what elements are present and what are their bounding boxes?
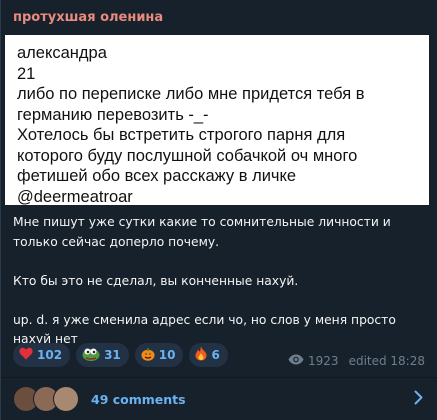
- reaction-pumpkin[interactable]: 10: [134, 343, 184, 367]
- photo-line: фетишей обо всех расскажу в личке: [17, 167, 297, 185]
- photo-line: либо по переписке либо мне придется тебя…: [17, 85, 365, 103]
- caption-paragraph: Мне пишут уже сутки какие то сомнительны…: [13, 215, 391, 249]
- photo-line: которого буду послушной собачкой оч мног…: [17, 146, 358, 165]
- photo-line: Хотелось бы встретить строгого парня для: [17, 126, 346, 144]
- pepe-frog-icon: [82, 347, 100, 364]
- caption-paragraph: Кто бы это не сделал, вы конченные нахуй…: [13, 273, 299, 288]
- reaction-fire[interactable]: 6: [189, 343, 228, 367]
- channel-post: протухшая оленина александра 21 либо по …: [0, 0, 437, 420]
- fire-icon: [195, 346, 207, 364]
- comments-row[interactable]: 49 comments: [1, 378, 437, 420]
- reaction-heart[interactable]: 102: [13, 343, 71, 367]
- reaction-count: 6: [211, 348, 220, 362]
- reactions-bar: 102 31 10 6: [13, 343, 228, 367]
- author-name[interactable]: протухшая оленина: [13, 10, 163, 25]
- photo-text: александра 21 либо по переписке либо мне…: [17, 43, 421, 207]
- chevron-right-icon: [414, 390, 423, 410]
- heart-icon: [19, 347, 33, 363]
- pumpkin-icon: [141, 347, 155, 364]
- reaction-count: 102: [37, 348, 63, 362]
- reaction-count: 31: [104, 348, 121, 362]
- views-count: 1923: [308, 354, 339, 368]
- reaction-count: 10: [158, 348, 176, 362]
- comments-link[interactable]: 49 comments: [91, 392, 186, 407]
- photo-line: 21: [17, 64, 36, 83]
- photo-line: германию перевозить -_-: [17, 105, 209, 124]
- photo-line: александра: [17, 44, 107, 62]
- edited-time: edited 18:28: [348, 354, 425, 368]
- post-photo[interactable]: александра 21 либо по переписке либо мне…: [5, 35, 429, 207]
- eye-icon: [288, 354, 304, 368]
- avatar: [53, 386, 79, 412]
- photo-line: @deermeatroar: [17, 187, 133, 206]
- commenter-avatars: [13, 386, 91, 412]
- post-meta: 1923 edited 18:28: [288, 354, 425, 368]
- reaction-pepe[interactable]: 31: [76, 343, 129, 367]
